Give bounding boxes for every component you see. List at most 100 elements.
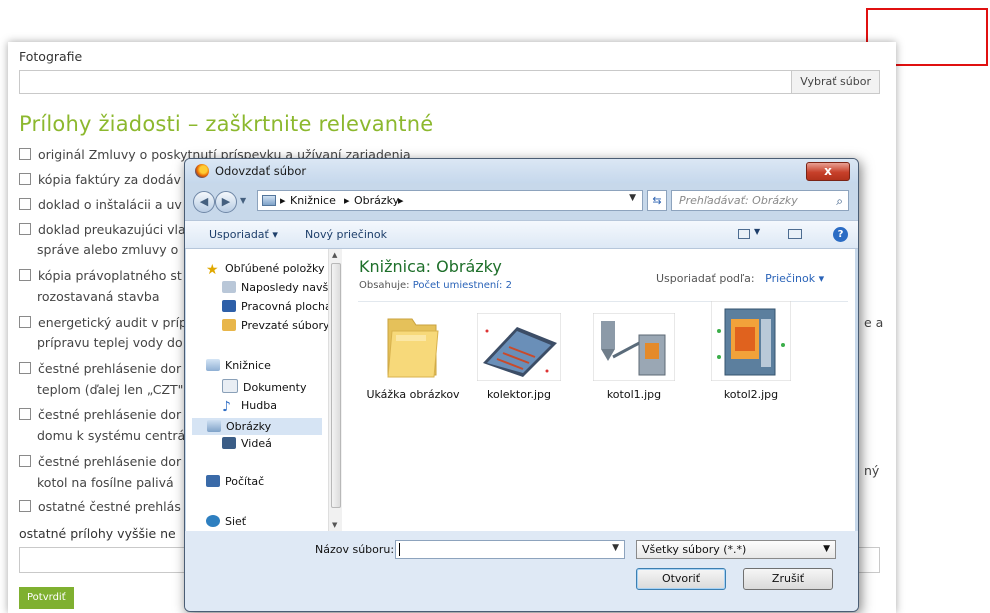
back-arrow-icon[interactable]: ◀ bbox=[193, 191, 215, 213]
preview-pane-icon[interactable] bbox=[788, 229, 802, 239]
checkbox-item[interactable]: čestné prehlásenie dor bbox=[19, 454, 181, 469]
filename-dropdown-icon[interactable]: ▼ bbox=[612, 543, 619, 553]
nav-libraries[interactable]: Knižnice bbox=[206, 359, 271, 372]
checkbox[interactable] bbox=[19, 223, 31, 235]
checkbox-item[interactable]: energetický audit v príp bbox=[19, 315, 187, 330]
dialog-toolbar: Usporiadať ▾ Nový priečinok ▼ ? bbox=[185, 220, 858, 249]
view-options-icon[interactable] bbox=[738, 229, 750, 239]
nav-pane-scrollbar[interactable]: ▲ ▼ bbox=[328, 249, 342, 531]
checkbox[interactable] bbox=[19, 500, 31, 512]
checkbox-item[interactable]: doklad o inštalácii a uv bbox=[19, 197, 182, 212]
forward-arrow-icon[interactable]: ▶ bbox=[215, 191, 237, 213]
checkbox-item[interactable]: kópia faktúry za dodáv bbox=[19, 172, 181, 187]
solar-collector-image bbox=[476, 312, 562, 382]
nav-favorites[interactable]: ★ Obľúbené položky bbox=[206, 262, 324, 278]
file-name: Ukážka obrázkov bbox=[366, 388, 460, 401]
checkbox[interactable] bbox=[19, 173, 31, 185]
nav-recent[interactable]: Naposledy navšti bbox=[222, 281, 336, 294]
file-item-kolektor[interactable]: kolektor.jpg bbox=[471, 312, 567, 401]
file-upload-dialog: Odovzdať súbor x ◀ ▶ ▼ ▸ Knižnice ▸ Obrá… bbox=[184, 158, 859, 612]
boiler-system-image bbox=[592, 312, 676, 382]
address-bar[interactable]: ▸ Knižnice ▸ Obrázky ▸ ▼ bbox=[257, 190, 643, 211]
dialog-titlebar[interactable]: Odovzdať súbor x bbox=[185, 159, 858, 183]
star-icon: ★ bbox=[206, 262, 219, 278]
downloads-folder-icon bbox=[222, 319, 236, 331]
other-attachments-label: ostatné prílohy vyššie ne bbox=[19, 526, 176, 541]
nav-pictures[interactable]: Obrázky bbox=[192, 418, 322, 435]
checkbox[interactable] bbox=[19, 148, 31, 160]
history-dropdown-icon[interactable]: ▼ bbox=[240, 196, 246, 205]
nav-music[interactable]: ♪ Hudba bbox=[222, 399, 277, 415]
checkbox-text-cont: rozostavaná stavba bbox=[37, 289, 160, 304]
help-icon[interactable]: ? bbox=[833, 227, 848, 242]
photo-label: Fotografie bbox=[19, 49, 83, 64]
desktop-icon bbox=[222, 300, 236, 312]
folder-icon bbox=[387, 318, 439, 378]
checkbox[interactable] bbox=[19, 408, 31, 420]
filetype-dropdown-icon: ▼ bbox=[823, 544, 830, 554]
scroll-up-icon[interactable]: ▲ bbox=[332, 251, 337, 259]
pictures-icon bbox=[207, 420, 221, 432]
photo-file-input[interactable]: Vybrať súbor bbox=[19, 70, 880, 94]
cancel-button[interactable]: Zrušiť bbox=[743, 568, 833, 590]
checkbox-item[interactable]: čestné prehlásenie dor bbox=[19, 361, 181, 376]
filename-label: Názov súboru: bbox=[315, 543, 395, 556]
dialog-content: ★ Obľúbené položky Naposledy navšti Praco… bbox=[186, 249, 855, 531]
checkbox-item[interactable]: doklad preukazujúci vla bbox=[19, 222, 186, 237]
file-name: kolektor.jpg bbox=[487, 388, 551, 401]
search-input[interactable]: Prehľadávať: Obrázky ⌕ bbox=[671, 190, 849, 211]
nav-desktop[interactable]: Pracovná plocha bbox=[222, 300, 332, 313]
firefox-icon bbox=[195, 164, 209, 178]
checkbox[interactable] bbox=[19, 455, 31, 467]
checkbox[interactable] bbox=[19, 198, 31, 210]
nav-downloads[interactable]: Prevzaté súbory bbox=[222, 319, 330, 332]
file-name: kotol1.jpg bbox=[606, 388, 662, 401]
nav-documents[interactable]: Dokumenty bbox=[222, 379, 306, 394]
address-dropdown-icon[interactable]: ▼ bbox=[629, 193, 636, 203]
scroll-down-icon[interactable]: ▼ bbox=[332, 521, 337, 529]
nav-network[interactable]: Sieť bbox=[206, 515, 246, 528]
locations-link[interactable]: Počet umiestnení: 2 bbox=[413, 280, 512, 291]
checkbox-text-cont: teplom (ďalej len „CZT" bbox=[37, 382, 184, 397]
file-item-folder[interactable]: Ukážka obrázkov bbox=[365, 313, 461, 401]
dialog-title: Odovzdať súbor bbox=[215, 164, 307, 178]
arrange-by-dropdown[interactable]: Priečinok ▾ bbox=[765, 272, 824, 285]
file-item-kotol2[interactable]: kotol2.jpg bbox=[703, 300, 799, 401]
library-icon bbox=[262, 195, 276, 206]
checkbox-item[interactable]: ostatné čestné prehlás bbox=[19, 499, 181, 514]
search-icon[interactable]: ⌕ bbox=[836, 192, 843, 211]
view-dropdown-icon[interactable]: ▼ bbox=[754, 227, 760, 236]
checkbox-item[interactable]: čestné prehlásenie dor bbox=[19, 407, 181, 422]
libraries-icon bbox=[206, 359, 220, 371]
choose-file-button[interactable]: Vybrať súbor bbox=[791, 71, 879, 93]
refresh-icon[interactable]: ⇆ bbox=[647, 190, 667, 211]
submit-button[interactable]: Potvrdiť bbox=[19, 587, 74, 609]
nav-computer[interactable]: Počítač bbox=[206, 475, 264, 488]
breadcrumb-pictures[interactable]: Obrázky bbox=[354, 194, 399, 207]
computer-icon bbox=[206, 475, 220, 487]
organize-button[interactable]: Usporiadať ▾ bbox=[209, 228, 278, 241]
library-title: Knižnica: Obrázky bbox=[359, 257, 502, 276]
new-folder-button[interactable]: Nový priečinok bbox=[305, 228, 387, 241]
scrollbar-thumb[interactable] bbox=[331, 263, 341, 508]
file-item-kotol1[interactable]: kotol1.jpg bbox=[586, 312, 682, 401]
file-name: kotol2.jpg bbox=[723, 388, 779, 401]
checkbox-text-cont: kotol na fosílne palivá bbox=[37, 475, 174, 490]
navigation-bar: ◀ ▶ ▼ ▸ Knižnice ▸ Obrázky ▸ ▼ ⇆ Prehľad… bbox=[185, 186, 858, 216]
filename-input[interactable]: ▼ bbox=[395, 540, 625, 559]
close-button[interactable]: x bbox=[806, 162, 850, 181]
navigation-pane: ★ Obľúbené položky Naposledy navšti Praco… bbox=[186, 249, 336, 531]
recent-places-icon bbox=[222, 281, 236, 293]
checkbox[interactable] bbox=[19, 362, 31, 374]
boiler-cutaway-image bbox=[710, 300, 792, 382]
open-button[interactable]: Otvoriť bbox=[636, 568, 726, 590]
arrange-by: Usporiadať podľa: Priečinok ▾ bbox=[656, 272, 825, 285]
nav-videos[interactable]: Videá bbox=[222, 437, 272, 450]
dialog-footer: Názov súboru: ▼ Všetky súbory (*.*) ▼ Ot… bbox=[185, 531, 858, 611]
filetype-select[interactable]: Všetky súbory (*.*) ▼ bbox=[636, 540, 836, 559]
checkbox[interactable] bbox=[19, 316, 31, 328]
checkbox[interactable] bbox=[19, 269, 31, 281]
checkbox-item[interactable]: kópia právoplatného st bbox=[19, 268, 182, 283]
breadcrumb-libraries[interactable]: Knižnice bbox=[290, 194, 336, 207]
library-info: Obsahuje: Počet umiestnení: 2 bbox=[359, 280, 512, 291]
